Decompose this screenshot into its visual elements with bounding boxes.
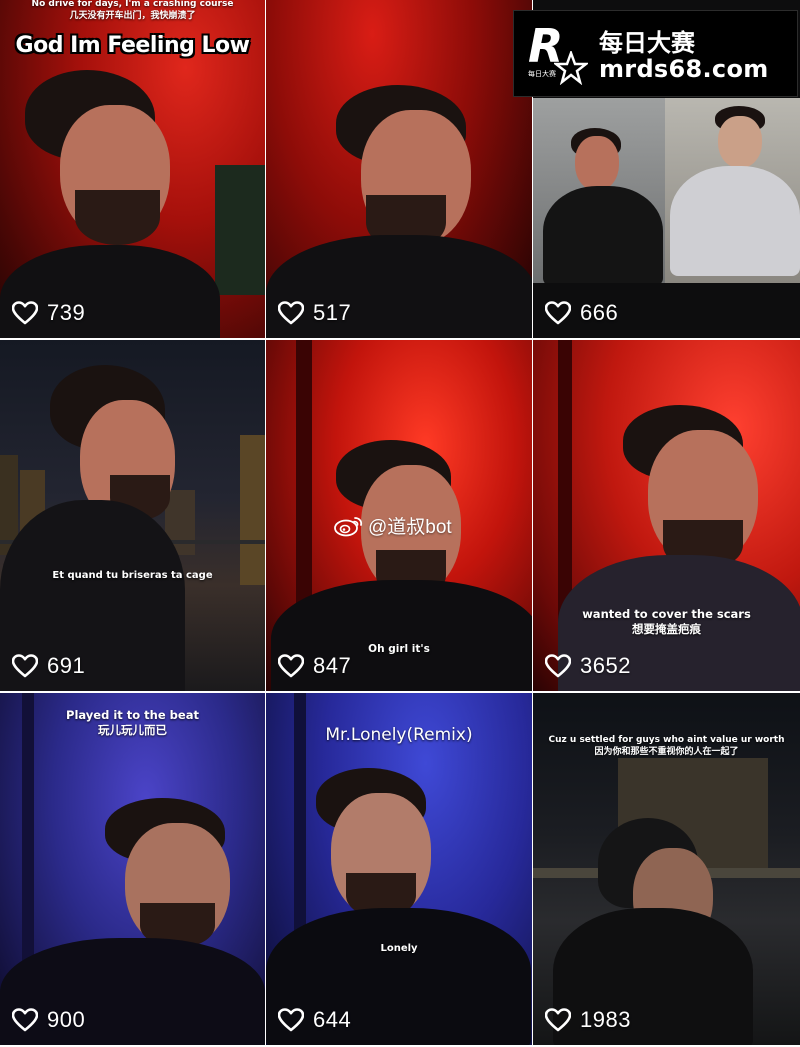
heart-icon[interactable] (278, 301, 304, 325)
subtitle: Lonely (380, 943, 418, 954)
song-title-overlay: Mr.Lonely(Remix) (325, 725, 473, 745)
caption-chinese: 几天没有开车出门，我快崩溃了 (69, 11, 196, 21)
like-counter: 517 (278, 300, 351, 326)
video-tile-8[interactable]: Mr.Lonely(Remix) Lonely 644 (266, 693, 532, 1047)
subtitle: Cuz u settled for guys who aint value ur… (548, 735, 785, 745)
weibo-watermark: @道叔bot (334, 512, 452, 539)
like-counter: 666 (545, 300, 618, 326)
heart-icon[interactable] (545, 301, 571, 325)
like-counter: 1983 (545, 1007, 631, 1033)
like-count: 1983 (580, 1007, 631, 1032)
like-count: 691 (47, 653, 86, 678)
like-count: 517 (313, 300, 352, 325)
logo-title: 每日大赛 (599, 29, 695, 57)
split-screen-left (533, 98, 665, 283)
like-count: 847 (313, 653, 352, 678)
person-figure (266, 768, 532, 1045)
like-counter: 3652 (545, 653, 631, 679)
video-tile-2[interactable]: 517 (266, 0, 532, 340)
like-counter: 900 (12, 1007, 85, 1033)
video-tile-7[interactable]: Played it to the beat 玩儿玩儿而已 900 (0, 693, 265, 1047)
subtitle: wanted to cover the scars (582, 607, 751, 621)
subtitle-chinese: 因为你和那些不重视你的人在一起了 (594, 747, 739, 757)
background-chair (215, 165, 265, 295)
person-figure (558, 405, 800, 691)
like-count: 644 (313, 1007, 352, 1032)
like-count: 666 (580, 300, 619, 325)
like-counter: 847 (278, 653, 351, 679)
logo-url: mrds68.com (599, 55, 769, 83)
video-tile-9[interactable]: Cuz u settled for guys who aint value ur… (533, 693, 800, 1047)
video-tile-1[interactable]: No drive for days, I'm a crashing course… (0, 0, 265, 340)
heart-icon[interactable] (545, 654, 571, 678)
weibo-icon (334, 515, 364, 537)
song-title-overlay: God Im Feeling Low (15, 33, 250, 58)
logo-mark-sub: 每日大赛 (528, 71, 556, 78)
subtitle-chinese: 玩儿玩儿而已 (98, 723, 167, 737)
like-count: 900 (47, 1007, 86, 1032)
watermark-handle: @道叔bot (368, 517, 452, 538)
star-icon (554, 51, 588, 85)
subtitle-chinese: 想要掩盖疤痕 (632, 622, 701, 636)
like-counter: 739 (12, 300, 85, 326)
heart-icon[interactable] (12, 654, 38, 678)
split-screen-right (665, 98, 800, 283)
heart-icon[interactable] (12, 301, 38, 325)
subtitle: Played it to the beat (66, 708, 199, 722)
heart-icon[interactable] (545, 1008, 571, 1032)
site-logo[interactable]: R 每日大赛 每日大赛 mrds68.com (513, 10, 798, 97)
heart-icon[interactable] (278, 654, 304, 678)
like-counter: 691 (12, 653, 85, 679)
person-figure (0, 365, 200, 691)
heart-icon[interactable] (12, 1008, 38, 1032)
video-tile-4[interactable]: Et quand tu briseras ta cage 691 (0, 340, 265, 693)
caption-english: No drive for days, I'm a crashing course (31, 0, 234, 9)
subtitle: Et quand tu briseras ta cage (52, 570, 213, 581)
video-tile-6[interactable]: wanted to cover the scars 想要掩盖疤痕 3652 (533, 340, 800, 693)
like-count: 3652 (580, 653, 631, 678)
like-counter: 644 (278, 1007, 351, 1033)
heart-icon[interactable] (278, 1008, 304, 1032)
like-count: 739 (47, 300, 86, 325)
